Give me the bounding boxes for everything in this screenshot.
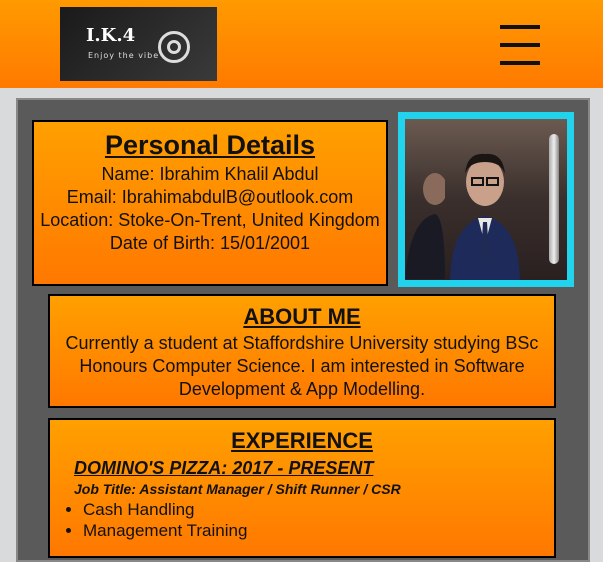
personal-details-title: Personal Details bbox=[104, 130, 316, 160]
about-title: ABOUT ME bbox=[243, 304, 361, 329]
menu-icon[interactable] bbox=[500, 25, 540, 65]
background-pipe bbox=[549, 134, 559, 264]
experience-company: DOMINO'S PIZZA: 2017 - PRESENT bbox=[74, 458, 374, 478]
list-item: Cash Handling bbox=[83, 499, 554, 520]
logo-tagline: Enjoy the vibe bbox=[88, 51, 160, 60]
site-logo[interactable]: I.K.4 Enjoy the vibe bbox=[60, 7, 217, 81]
top-nav-bar: I.K.4 Enjoy the vibe bbox=[0, 0, 603, 88]
menu-line bbox=[500, 61, 540, 65]
menu-line bbox=[500, 25, 540, 29]
personal-details-card: Personal Details Name: Ibrahim Khalil Ab… bbox=[32, 120, 388, 286]
dob-text: Date of Birth: 15/01/2001 bbox=[109, 233, 311, 253]
logo-emblem-icon bbox=[158, 31, 190, 63]
email-text: Email: IbrahimabdulB@outlook.com bbox=[66, 187, 354, 207]
experience-job-title: Job Title: Assistant Manager / Shift Run… bbox=[74, 481, 401, 497]
about-me-card: ABOUT ME Currently a student at Stafford… bbox=[48, 294, 556, 408]
person-silhouette bbox=[450, 153, 520, 280]
logo-text: I.K.4 bbox=[86, 25, 136, 46]
about-text: Currently a student at Staffordshire Uni… bbox=[65, 333, 539, 399]
background-person bbox=[405, 173, 445, 279]
experience-card: EXPERIENCE DOMINO'S PIZZA: 2017 - PRESEN… bbox=[48, 418, 556, 558]
list-item: Management Training bbox=[83, 520, 554, 541]
name-text: Name: Ibrahim Khalil Abdul bbox=[101, 164, 319, 184]
experience-title: EXPERIENCE bbox=[231, 428, 373, 453]
location-text: Location: Stoke-On-Trent, United Kingdom bbox=[40, 210, 380, 230]
profile-photo-image bbox=[405, 119, 567, 280]
menu-line bbox=[500, 43, 540, 47]
experience-list: Cash Handling Management Training bbox=[50, 499, 554, 541]
profile-photo bbox=[398, 112, 574, 287]
